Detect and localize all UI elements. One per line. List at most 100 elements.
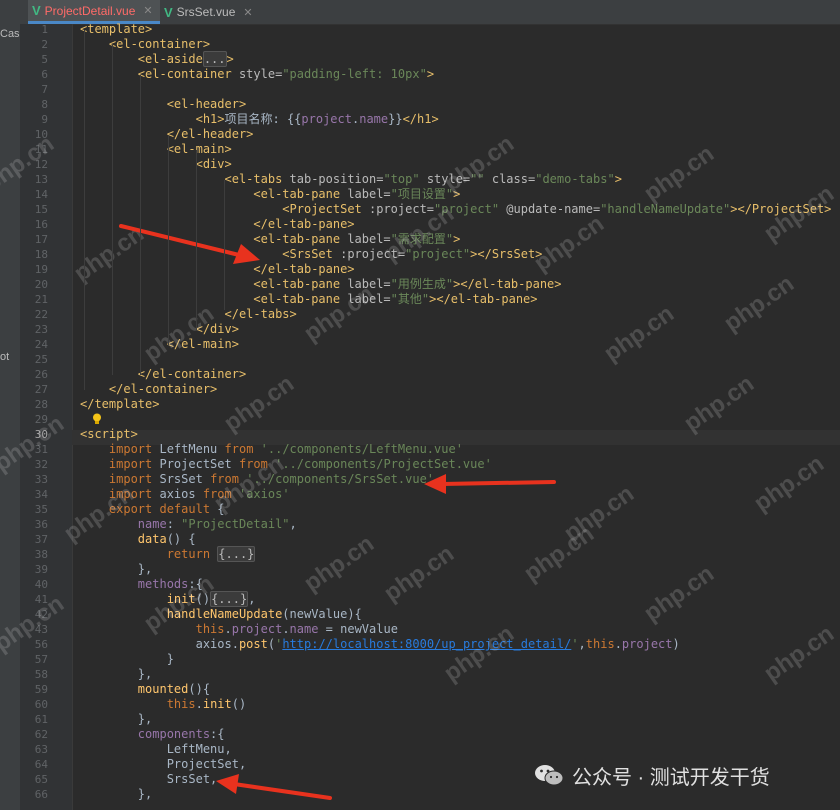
code-token: }}: [388, 112, 402, 126]
code-token: [80, 187, 253, 201]
code-line[interactable]: <ProjectSet :project="project" @update-n…: [80, 202, 831, 217]
code-token: <el-tabs: [225, 172, 290, 186]
code-line[interactable]: <script>: [80, 427, 138, 442]
code-token: return: [167, 547, 218, 561]
code-token: this: [196, 622, 225, 636]
red-arrow-annotation: [212, 772, 337, 808]
indent-guide: [112, 45, 113, 375]
code-line[interactable]: },: [80, 787, 152, 802]
code-line[interactable]: </el-header>: [80, 127, 253, 142]
code-token: (){: [188, 682, 210, 696]
code-token: <template>: [80, 22, 152, 36]
code-token: ': [571, 637, 578, 651]
code-token: axios: [159, 487, 202, 501]
code-token: "padding-left: 10px": [282, 67, 427, 81]
code-line[interactable]: <el-tabs tab-position="top" style="" cla…: [80, 172, 622, 187]
line-number: 65: [28, 772, 48, 787]
line-number: 26: [28, 367, 48, 382]
code-token: (newValue){: [282, 607, 361, 621]
line-number: 20: [28, 277, 48, 292]
line-number: 37: [28, 532, 48, 547]
code-token: axios.: [80, 637, 239, 651]
code-token: project: [232, 622, 283, 636]
line-number: 21: [28, 292, 48, 307]
code-token: >: [427, 67, 434, 81]
tab-srs-set[interactable]: V SrsSet.vue ✕: [160, 0, 264, 24]
code-token: () {: [167, 532, 196, 546]
vue-file-icon: V: [32, 3, 41, 18]
code-line[interactable]: <el-header>: [80, 97, 246, 112]
code-line[interactable]: axios.post('http://localhost:8000/up_pro…: [80, 637, 680, 652]
code-token: name: [359, 112, 388, 126]
code-line[interactable]: </el-container>: [80, 382, 217, 397]
code-line[interactable]: <el-tab-pane label="其他"></el-tab-pane>: [80, 292, 538, 307]
code-token: </el-container>: [138, 367, 246, 381]
lightbulb-icon[interactable]: [92, 413, 102, 425]
code-token: 项目名称: {{: [225, 112, 302, 126]
code-line[interactable]: LeftMenu,: [80, 742, 232, 757]
code-line[interactable]: this.init(): [80, 697, 246, 712]
code-line[interactable]: data() {: [80, 532, 196, 547]
line-number: 60: [28, 697, 48, 712]
code-token: [80, 112, 196, 126]
code-line[interactable]: SrsSet,: [80, 772, 217, 787]
line-number: 9: [28, 112, 48, 127]
code-token: </el-tabs>: [225, 307, 297, 321]
line-number: 16: [28, 217, 48, 232]
code-line[interactable]: }: [80, 652, 174, 667]
code-token: tab-position=: [290, 172, 384, 186]
line-number: 25: [28, 352, 48, 367]
code-token: <el-tab-pane: [253, 187, 347, 201]
code-line[interactable]: mounted(){: [80, 682, 210, 697]
code-line[interactable]: components:{: [80, 727, 225, 742]
folded-region[interactable]: {...}: [217, 546, 255, 562]
code-line[interactable]: <el-tab-pane label="用例生成"></el-tab-pane>: [80, 277, 562, 292]
code-line[interactable]: <div>: [80, 157, 232, 172]
code-token: .: [196, 697, 203, 711]
code-line[interactable]: },: [80, 712, 152, 727]
code-line[interactable]: },: [80, 562, 152, 577]
code-line[interactable]: this.project.name = newValue: [80, 622, 398, 637]
code-token: mounted: [138, 682, 189, 696]
code-token: <el-container>: [109, 37, 210, 51]
code-line[interactable]: </el-container>: [80, 367, 246, 382]
line-number: 62: [28, 727, 48, 742]
folded-region[interactable]: ...: [203, 51, 227, 67]
code-token: ,: [248, 592, 255, 606]
code-token: },: [80, 712, 152, 726]
code-token: ProjectSet: [159, 457, 238, 471]
code-line[interactable]: <h1>项目名称: {{project.name}}</h1>: [80, 112, 439, 127]
line-number: 35: [28, 502, 48, 517]
code-token: [80, 202, 282, 216]
line-number: 7: [28, 82, 48, 97]
code-line[interactable]: </template>: [80, 397, 159, 412]
line-number: 34: [28, 487, 48, 502]
code-line[interactable]: <el-container>: [80, 37, 210, 52]
code-line[interactable]: <el-tab-pane label="项目设置">: [80, 187, 460, 202]
code-token: this: [167, 697, 196, 711]
code-token: LeftMenu,: [80, 742, 232, 756]
line-number: 8: [28, 97, 48, 112]
code-line[interactable]: <el-main>: [80, 142, 232, 157]
code-token: <ProjectSet: [282, 202, 369, 216]
tab-project-detail[interactable]: V ProjectDetail.vue ✕: [28, 0, 160, 24]
code-line[interactable]: <el-aside...>: [80, 52, 234, 67]
code-token: post: [239, 637, 268, 651]
code-token: (): [232, 697, 246, 711]
line-number: 24: [28, 337, 48, 352]
line-number: 57: [28, 652, 48, 667]
code-line[interactable]: return {...}: [80, 547, 255, 562]
wechat-icon: [534, 763, 564, 787]
close-icon[interactable]: ✕: [143, 4, 152, 17]
code-token: SrsSet,: [80, 772, 217, 786]
code-line[interactable]: <template>: [80, 22, 152, 37]
tab-label: SrsSet.vue: [177, 5, 236, 19]
code-line[interactable]: handleNameUpdate(newValue){: [80, 607, 362, 622]
code-line[interactable]: },: [80, 667, 152, 682]
code-token: from: [225, 442, 261, 456]
code-line[interactable]: ProjectSet,: [80, 757, 246, 772]
code-token[interactable]: http://localhost:8000/up_project_detail/: [282, 637, 571, 651]
code-line[interactable]: <el-container style="padding-left: 10px"…: [80, 67, 434, 82]
code-token: }: [80, 652, 174, 666]
close-icon[interactable]: ✕: [243, 6, 252, 19]
